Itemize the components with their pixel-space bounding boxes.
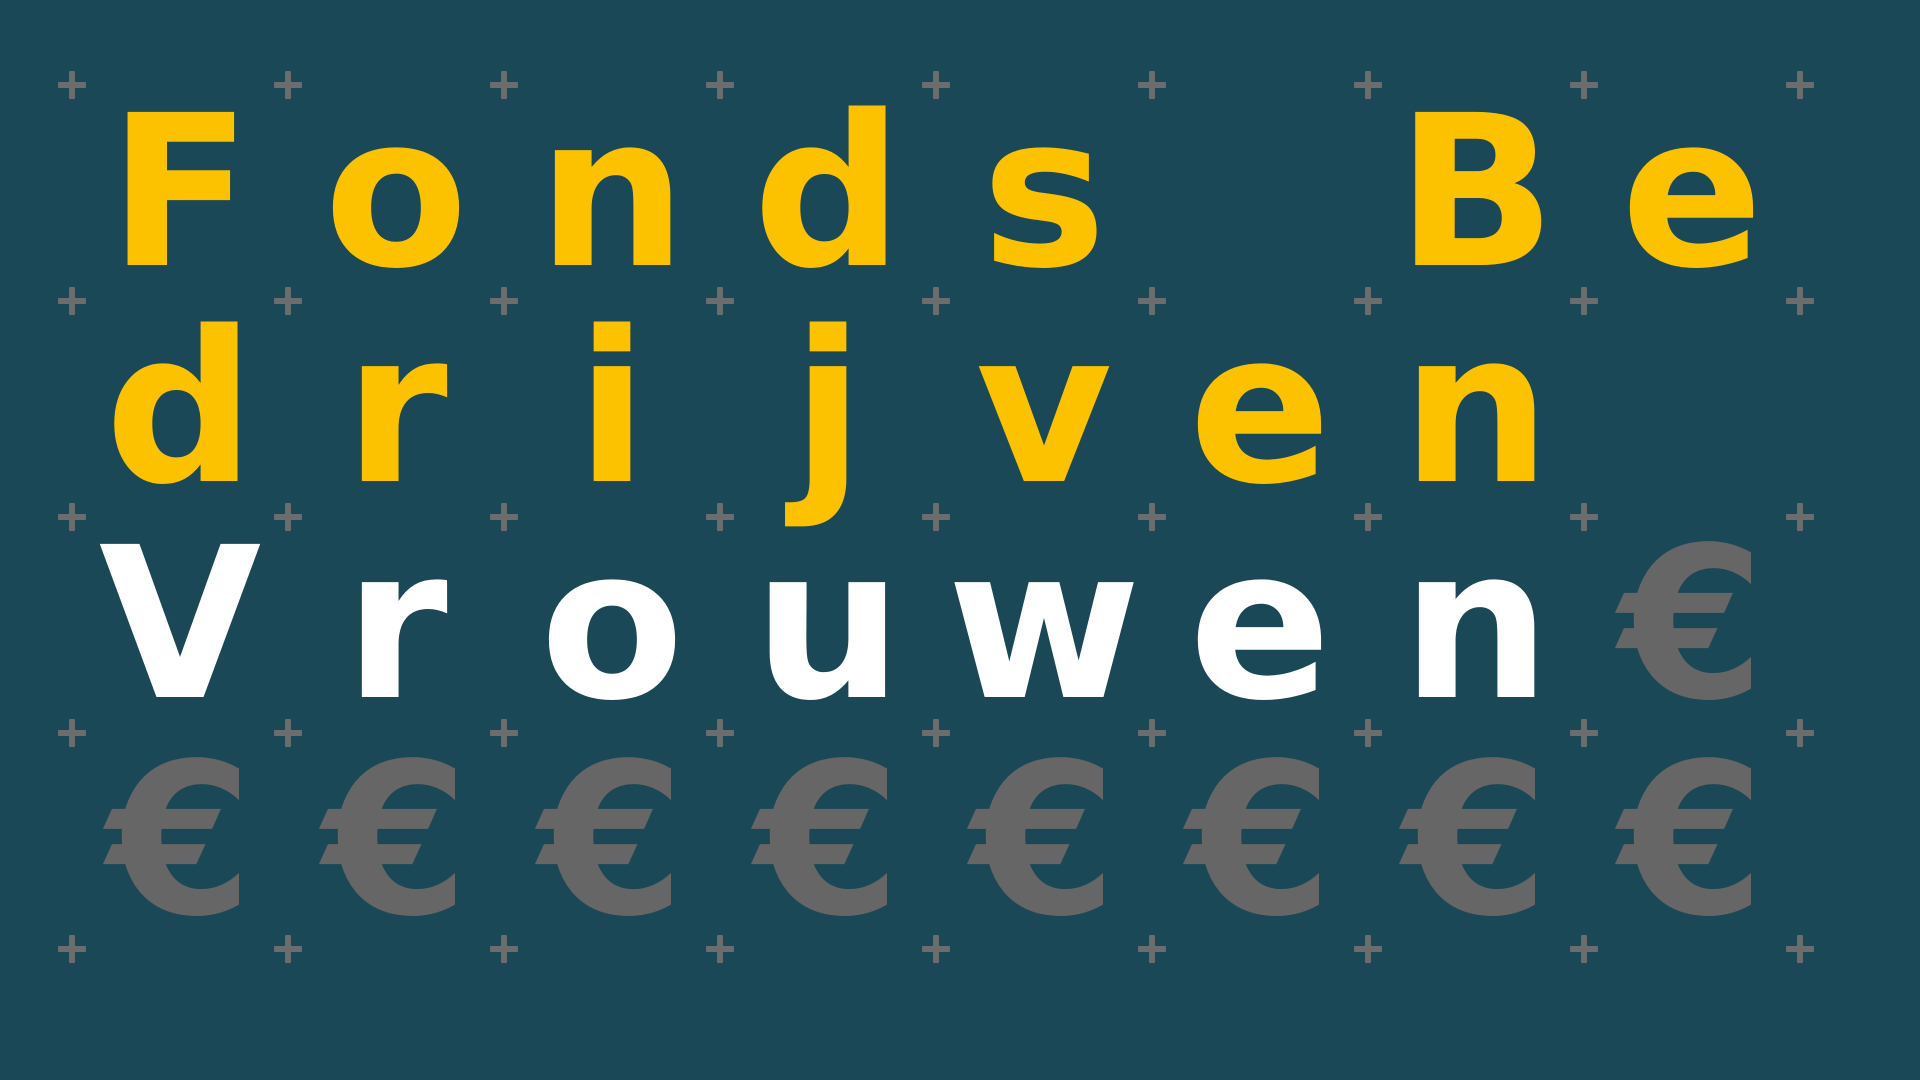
euro-icon: € — [106, 718, 254, 963]
title-letter: r — [344, 286, 448, 531]
euro-icon: € — [1186, 718, 1334, 963]
title-letter: V — [98, 502, 262, 747]
title-letter: d — [752, 70, 904, 315]
title-letter — [1152, 85, 1368, 301]
title-letter: j — [792, 286, 864, 531]
title-letter: d — [104, 286, 256, 531]
euro-icon: € — [538, 718, 686, 963]
euro-icon: € — [754, 718, 902, 963]
title-letter: e — [1188, 502, 1332, 747]
title-letter: w — [946, 502, 1141, 747]
title-letter: e — [1188, 286, 1332, 531]
title-letter: B — [1395, 70, 1557, 315]
title-letter: u — [753, 502, 903, 747]
title-letter: i — [576, 286, 648, 531]
title-letter: F — [108, 70, 252, 315]
title-letter: n — [1401, 502, 1551, 747]
title-letter — [1584, 301, 1800, 517]
euro-icon: € — [1618, 718, 1766, 963]
title-letter: v — [975, 286, 1113, 531]
title-letter: n — [1401, 286, 1551, 531]
title-letter-grid: F o n d s B e d r i j v e n V r o u w e … — [0, 0, 1920, 1080]
title-graphic: F o n d s B e d r i j v e n V r o u w e … — [0, 0, 1920, 1080]
euro-icon: € — [1618, 502, 1766, 747]
title-letter: n — [537, 70, 687, 315]
euro-icon: € — [322, 718, 470, 963]
title-letter: r — [344, 502, 448, 747]
title-letter: e — [1620, 70, 1764, 315]
title-letter: o — [323, 70, 469, 315]
title-letter: s — [981, 70, 1107, 315]
title-letter: o — [539, 502, 685, 747]
euro-icon: € — [970, 718, 1118, 963]
euro-icon: € — [1402, 718, 1550, 963]
